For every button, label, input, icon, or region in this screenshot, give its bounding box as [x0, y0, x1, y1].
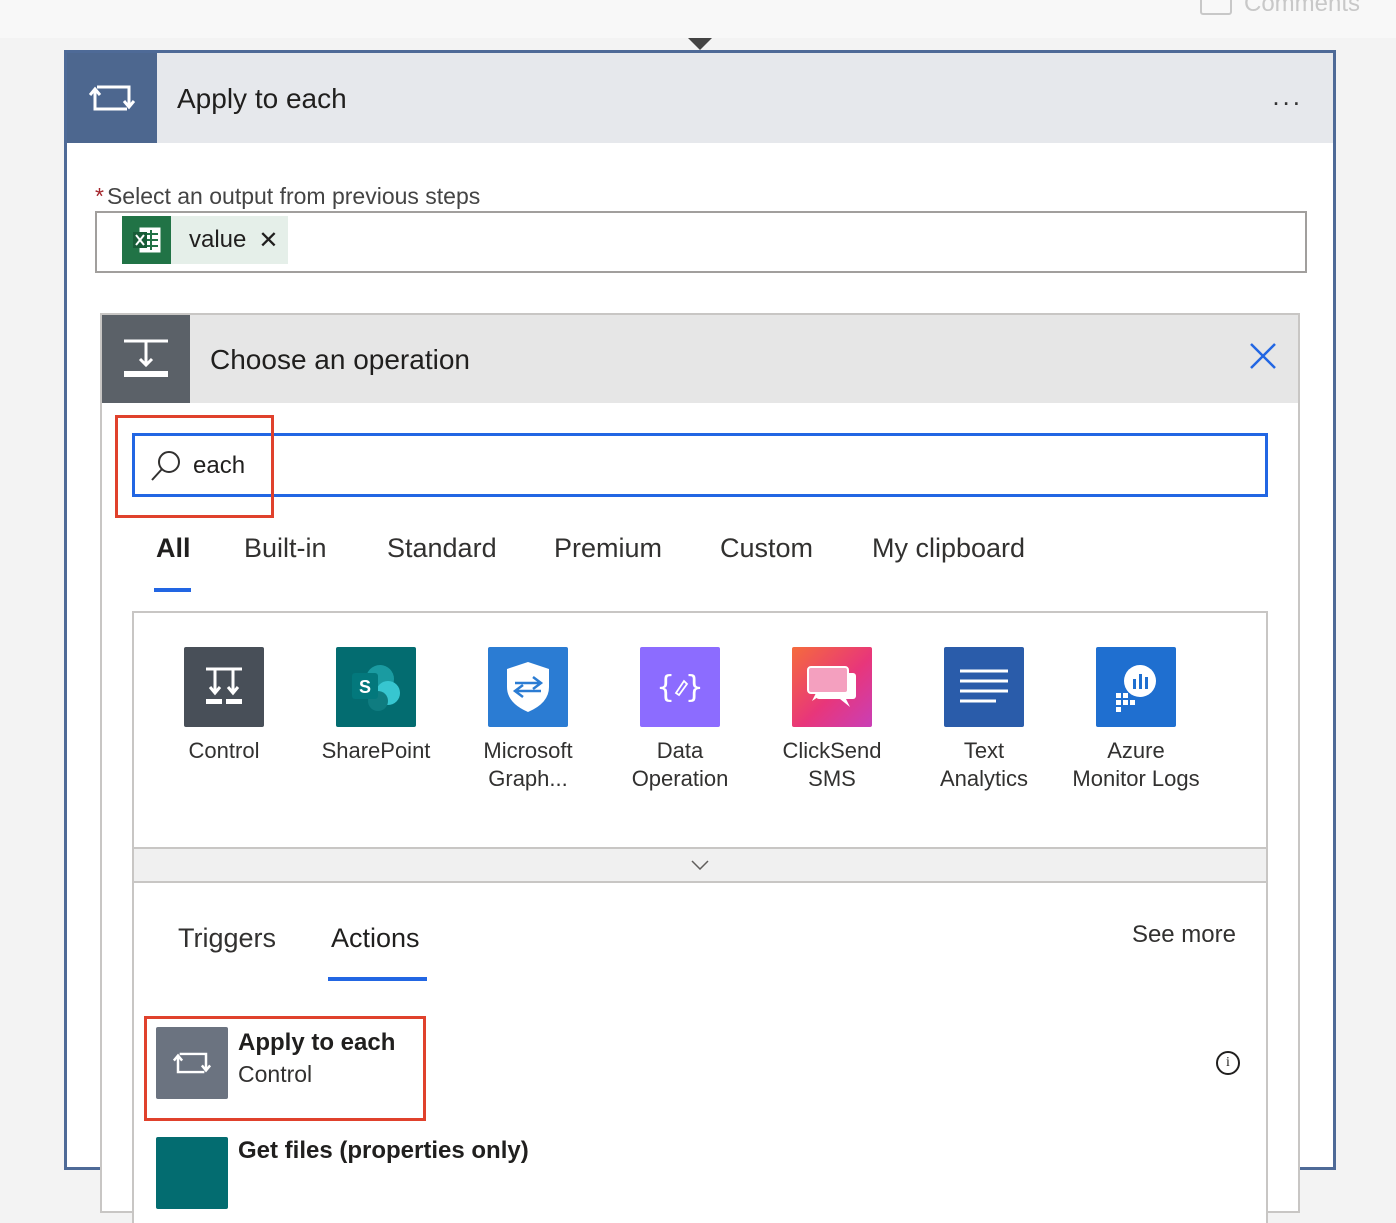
see-more-link[interactable]: See more: [1132, 921, 1236, 949]
comment-icon: [1200, 0, 1232, 15]
connector-label: Azure Monitor Logs: [1072, 738, 1200, 791]
search-input[interactable]: [193, 448, 1193, 484]
active-result-tab-indicator: [328, 977, 427, 981]
control-icon: [184, 647, 264, 727]
connector-label: Text Analytics: [939, 738, 1029, 791]
svg-text:S: S: [359, 677, 371, 697]
tab-triggers[interactable]: Triggers: [178, 923, 276, 954]
connector-label: Data Operation: [631, 738, 729, 791]
connector-azure-monitor-logs[interactable]: Azure Monitor Logs: [1060, 647, 1212, 793]
connector-data-operation[interactable]: { } Data Operation: [604, 647, 756, 793]
select-output-label-text: Select an output from previous steps: [106, 183, 481, 209]
connector-sharepoint[interactable]: S SharePoint: [300, 647, 452, 765]
required-mark: *: [95, 183, 104, 209]
remove-token-button[interactable]: ✕: [258, 226, 278, 255]
active-tab-indicator: [154, 588, 191, 592]
operation-header: Choose an operation: [102, 315, 1298, 403]
connector-label: Microsoft Graph...: [483, 738, 573, 791]
tab-custom[interactable]: Custom: [720, 533, 813, 564]
loop-icon: [67, 53, 157, 143]
info-icon[interactable]: i: [1216, 1051, 1240, 1075]
connector-label: ClickSend SMS: [782, 738, 882, 791]
card-header[interactable]: Apply to each ...: [67, 53, 1333, 143]
monitor-logs-icon: [1096, 647, 1176, 727]
operation-icon: [102, 315, 190, 403]
tab-actions[interactable]: Actions: [331, 923, 420, 954]
chat-icon: [792, 647, 872, 727]
close-icon[interactable]: [1246, 339, 1280, 373]
comments-button[interactable]: Comments: [1200, 0, 1360, 18]
connector-control[interactable]: Control: [148, 647, 300, 765]
search-highlight-box: [115, 415, 274, 518]
token-value: value: [189, 226, 247, 253]
tab-built-in[interactable]: Built-in: [244, 533, 327, 564]
action-name: Get files (properties only): [238, 1137, 529, 1164]
expand-connectors-button[interactable]: [132, 847, 1268, 883]
action-get-files[interactable]: Get files (properties only): [156, 1137, 1246, 1209]
chevron-down-icon: [691, 860, 709, 870]
search-box[interactable]: [132, 433, 1268, 497]
connector-label: Control: [188, 738, 260, 763]
shield-icon: [488, 647, 568, 727]
choose-operation-panel: Choose an operation All Built-in Standar…: [100, 313, 1300, 1223]
connector-microsoft-graph[interactable]: Microsoft Graph...: [452, 647, 604, 793]
tab-all[interactable]: All: [156, 533, 191, 564]
data-operation-icon: { }: [640, 647, 720, 727]
output-token[interactable]: value ✕: [122, 216, 289, 264]
select-output-label: * Select an output from previous steps: [95, 183, 480, 210]
top-bar: Comments: [0, 0, 1396, 38]
action-highlight-box: [144, 1016, 426, 1121]
tab-standard[interactable]: Standard: [387, 533, 497, 564]
text-lines-icon: [944, 647, 1024, 727]
connector-text-analytics[interactable]: Text Analytics: [908, 647, 1060, 793]
comments-label: Comments: [1244, 0, 1361, 17]
tab-my-clipboard[interactable]: My clipboard: [872, 533, 1025, 564]
apply-to-each-card: Apply to each ... * Select an output from…: [64, 50, 1336, 1223]
connector-clicksend-sms[interactable]: ClickSend SMS: [756, 647, 908, 793]
flow-connector-arrow-icon: [688, 38, 712, 50]
more-options-button[interactable]: ...: [1272, 81, 1303, 112]
sharepoint-icon: S: [336, 647, 416, 727]
sharepoint-icon: [156, 1137, 228, 1209]
card-title: Apply to each: [177, 83, 347, 114]
connector-grid: Control S SharePoint Microsoft Graph... …: [132, 611, 1268, 847]
excel-icon: [122, 216, 171, 264]
results-section: Triggers Actions See more Apply to each …: [132, 883, 1268, 1223]
operation-title: Choose an operation: [210, 344, 470, 375]
output-selector-field[interactable]: value ✕: [95, 211, 1307, 273]
tab-premium[interactable]: Premium: [554, 533, 662, 564]
connector-label: SharePoint: [321, 738, 431, 763]
